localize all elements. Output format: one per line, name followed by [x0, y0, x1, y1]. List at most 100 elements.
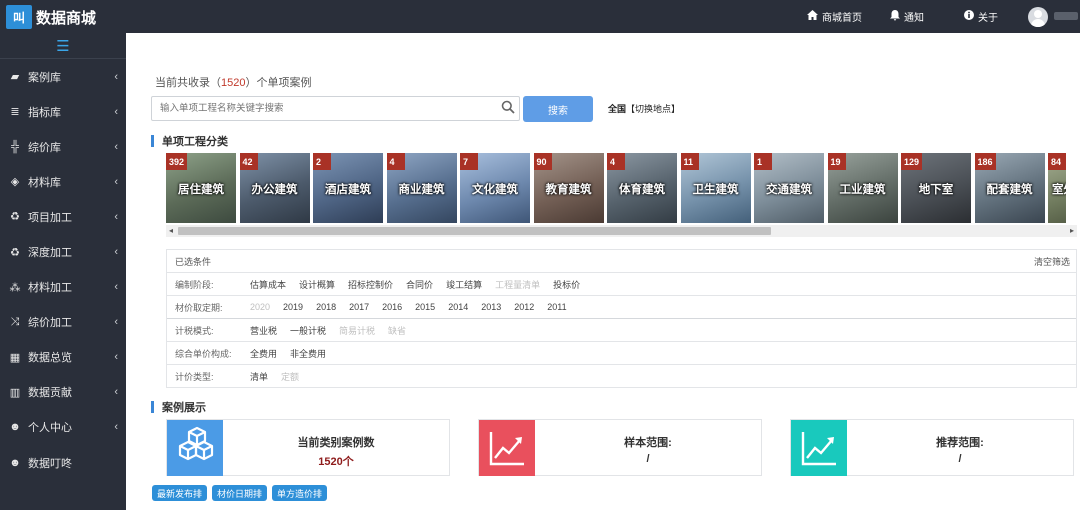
category-scrollbar[interactable]: ◂ ▸: [166, 225, 1077, 237]
filter-option[interactable]: 2019: [283, 302, 303, 312]
database-icon: ≣: [10, 106, 20, 119]
category-card-basement[interactable]: 129 地下室: [901, 153, 971, 223]
category-card-residential[interactable]: 392 居住建筑: [166, 153, 236, 223]
sidebar-item-label: 深度加工: [28, 247, 72, 260]
category-count-badge: 186: [974, 153, 996, 170]
category-card-hotel[interactable]: 2 酒店建筑: [313, 153, 383, 223]
sidebar-item-label: 项目加工: [28, 211, 72, 224]
filter-panel: 已选条件 清空筛选 编制阶段: 估算成本 设计概算 招标控制价 合同价 竣工结算…: [166, 249, 1077, 388]
filter-option[interactable]: 设计概算: [299, 278, 335, 291]
scroll-left-icon[interactable]: ◂: [169, 226, 173, 235]
category-label: 工业建筑: [839, 184, 886, 196]
nav-about[interactable]: 关于: [964, 0, 998, 33]
sidebar-item-label: 案例库: [28, 71, 61, 84]
filter-option[interactable]: 2013: [481, 302, 501, 312]
category-card-health[interactable]: 11 卫生建筑: [680, 153, 751, 223]
chevron-left-icon: ‹: [114, 105, 118, 118]
search-button[interactable]: 搜索: [523, 96, 593, 122]
sort-price-date-button[interactable]: 材价日期排: [212, 485, 268, 501]
stats-cards: 当前类别案例数 1520个 样本范围: / 推荐范围: /: [166, 419, 1074, 477]
category-count-badge: 392: [166, 153, 188, 170]
sidebar-item-label: 数据贡献: [28, 387, 72, 400]
bell-icon: [890, 9, 900, 24]
filter-label: 综合单价构成:: [175, 348, 232, 359]
sidebar-item-index-library[interactable]: ≣ 指标库 ‹: [0, 94, 126, 129]
category-card-ancillary[interactable]: 186 配套建筑: [974, 153, 1045, 223]
clear-filters-link[interactable]: 清空筛选: [1034, 255, 1070, 268]
category-card-industrial[interactable]: 19 工业建筑: [827, 153, 898, 223]
filter-option[interactable]: 估算成本: [250, 278, 286, 291]
sort-unit-cost-button[interactable]: 单方造价排: [272, 485, 328, 501]
category-card-cultural[interactable]: 7 文化建筑: [460, 153, 530, 223]
category-card-education[interactable]: 90 教育建筑: [533, 153, 604, 223]
cube-icon: ◈: [10, 176, 20, 189]
chevron-left-icon: ‹: [114, 246, 118, 259]
avatar[interactable]: [1028, 7, 1048, 27]
chevron-left-icon: ‹: [114, 210, 118, 223]
logo[interactable]: 叫 数据商城: [6, 5, 96, 29]
filter-row-unit-price-composition: 综合单价构成: 全费用 非全费用: [167, 342, 1076, 365]
sidebar-item-data-contribution[interactable]: ▥ 数据贡献 ‹: [0, 375, 126, 410]
menu-toggle-icon[interactable]: ☰: [0, 33, 126, 59]
filter-option[interactable]: 2015: [415, 302, 435, 312]
sidebar-item-deep-processing[interactable]: ♻ 深度加工 ‹: [0, 234, 126, 269]
filter-option[interactable]: 2016: [382, 302, 402, 312]
scrollbar-thumb[interactable]: [178, 227, 771, 235]
category-label: 居住建筑: [178, 184, 224, 196]
sidebar-item-data-dingdong[interactable]: ☻ 数据叮咚: [0, 445, 126, 480]
scroll-right-icon[interactable]: ▸: [1070, 226, 1074, 235]
filter-option[interactable]: 2018: [316, 302, 336, 312]
category-card-commercial[interactable]: 4 商业建筑: [386, 153, 457, 223]
category-section-title: 单项工程分类: [151, 133, 228, 149]
filter-option[interactable]: 2017: [349, 302, 369, 312]
filter-option[interactable]: 全费用: [250, 347, 277, 360]
chevron-left-icon: ‹: [114, 421, 118, 434]
sort-latest-button[interactable]: 最新发布排: [152, 485, 208, 501]
filter-option[interactable]: 投标价: [553, 278, 580, 291]
filter-option[interactable]: 竣工结算: [446, 278, 482, 291]
category-label: 卫生建筑: [692, 184, 739, 196]
trend-up-icon: [479, 420, 535, 476]
nav-mall-home[interactable]: 商城首页: [807, 0, 862, 33]
sidebar-item-case-library[interactable]: ▰ 案例库 ‹: [0, 59, 126, 94]
sidebar: ☰ ▰ 案例库 ‹ ≣ 指标库 ‹ ╬ 综价库 ‹ ◈ 材料库 ‹ ♻ 项目加工…: [0, 33, 126, 510]
chevron-left-icon: ‹: [114, 281, 118, 294]
search-input[interactable]: [152, 97, 482, 120]
cubes-icon: ⁂: [9, 281, 21, 294]
category-card-sports[interactable]: 4 体育建筑: [607, 153, 677, 223]
sidebar-item-price-processing[interactable]: ⤨ 综价加工 ‹: [0, 305, 126, 340]
showcase-section-title: 案例展示: [151, 399, 206, 415]
filter-option[interactable]: 合同价: [406, 278, 433, 291]
region-current: 全国: [608, 104, 627, 114]
sidebar-item-project-processing[interactable]: ♻ 项目加工 ‹: [0, 199, 126, 234]
filter-option[interactable]: 2012: [514, 302, 534, 312]
region-selector[interactable]: 全国【切换地点】: [608, 102, 680, 115]
filter-option[interactable]: 营业税: [250, 324, 277, 337]
category-count-badge: 19: [827, 153, 846, 170]
recycle-icon: ♻: [10, 246, 20, 259]
showcase-section-title-text: 案例展示: [162, 402, 206, 414]
category-count-badge: 84: [1048, 153, 1066, 170]
sidebar-item-personal-center[interactable]: ☻ 个人中心 ‹: [0, 410, 126, 445]
selected-conditions-row: 已选条件 清空筛选: [167, 250, 1076, 273]
sidebar-item-price-library[interactable]: ╬ 综价库 ‹: [0, 129, 126, 164]
filter-option[interactable]: 一般计税: [290, 324, 326, 337]
filter-option[interactable]: 2011: [547, 302, 566, 312]
nav-notifications[interactable]: 通知: [890, 0, 924, 33]
sidebar-item-data-overview[interactable]: ▦ 数据总览 ‹: [0, 340, 126, 375]
category-card-office[interactable]: 42 办公建筑: [239, 153, 310, 223]
filter-option-disabled: 缺省: [388, 325, 407, 336]
category-label: 室外: [1052, 184, 1066, 196]
filter-option[interactable]: 清单: [250, 370, 268, 383]
stat-card-title: 推荐范围:: [936, 437, 984, 449]
search-icon[interactable]: [501, 100, 515, 114]
filter-option[interactable]: 招标控制价: [348, 278, 393, 291]
filter-option[interactable]: 2014: [448, 302, 468, 312]
category-card-outdoor[interactable]: 84 室外: [1048, 153, 1066, 223]
category-card-transport[interactable]: 1 交通建筑: [754, 153, 824, 223]
sidebar-item-material-processing[interactable]: ⁂ 材料加工 ‹: [0, 270, 126, 305]
user-name-redacted[interactable]: [1054, 12, 1078, 20]
sidebar-item-material-library[interactable]: ◈ 材料库 ‹: [0, 164, 126, 199]
region-switch-link[interactable]: 【切换地点】: [626, 104, 680, 114]
filter-option[interactable]: 非全费用: [290, 347, 326, 360]
